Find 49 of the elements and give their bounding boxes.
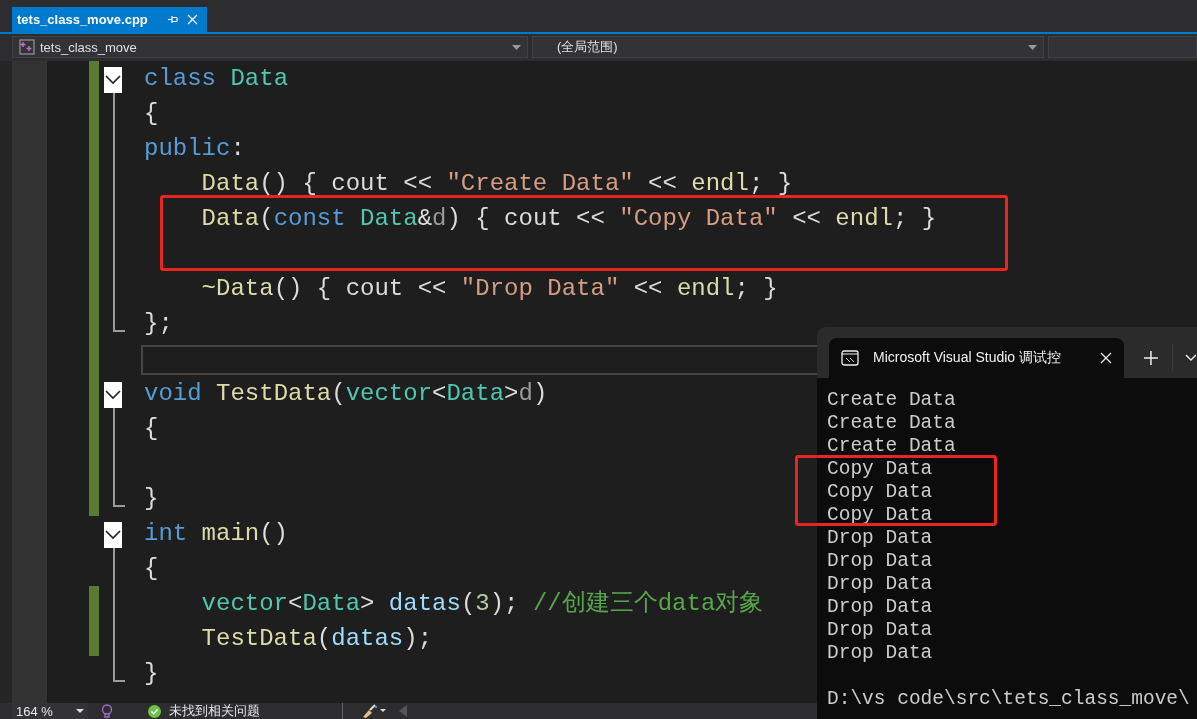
code-line: TestData(datas); (200, 624, 433, 654)
console-line: Create Data (827, 412, 957, 435)
pin-icon[interactable] (166, 14, 178, 25)
console-line: Drop Data (827, 550, 934, 573)
console-line: Drop Data (827, 573, 934, 596)
code-line: } (144, 484, 159, 514)
file-tab[interactable]: tets_class_move.cpp (12, 7, 207, 32)
console-line: Drop Data (827, 642, 934, 665)
scope-dropdown[interactable]: (全局范围) (532, 36, 1044, 58)
caret-icon (76, 709, 84, 713)
caret-icon (1028, 44, 1037, 50)
zoom-dropdown[interactable]: 164 % (12, 703, 88, 719)
code-line: }; (144, 309, 173, 339)
code-line: { (144, 554, 159, 584)
console-line: Drop Data (827, 527, 934, 550)
console-line: D:\vs code\src\tets_class_move\ (827, 688, 1191, 711)
code-line: vector<Data> datas(3); //创建三个data对象 (200, 589, 764, 619)
terminal-icon (841, 350, 859, 366)
chevron-icon[interactable] (1185, 354, 1197, 362)
code-line: ~Data() { cout << "Drop Data" << endl; } (200, 274, 778, 304)
new-tab-icon[interactable] (1144, 351, 1159, 365)
caret-icon (512, 44, 521, 50)
brush-icon[interactable] (361, 704, 387, 718)
console-line: Drop Data (827, 596, 934, 619)
console-line: Copy Data (827, 481, 934, 504)
close-icon[interactable] (1100, 352, 1113, 364)
check-icon (148, 704, 161, 718)
lightbulb-icon[interactable] (100, 704, 114, 718)
code-line: public: (144, 134, 245, 164)
console-line: Create Data (827, 435, 957, 458)
console-line: Copy Data (827, 504, 934, 527)
code-line: } (144, 659, 159, 689)
console-line: Drop Data (827, 619, 934, 642)
code-line: Data() { cout << "Create Data" << endl; } (200, 169, 793, 199)
collapse-toggle[interactable] (104, 382, 122, 408)
code-line: { (144, 414, 159, 444)
collapse-toggle[interactable] (104, 522, 122, 548)
project-icon (19, 39, 35, 55)
console-line: Create Data (827, 389, 957, 412)
code-line: void TestData(vector<Data>d) (144, 379, 548, 409)
console-line: Copy Data (827, 458, 934, 481)
issues-indicator[interactable]: 未找到相关问题 (148, 702, 260, 719)
code-line: int main() (144, 519, 289, 549)
collapse-toggle[interactable] (104, 67, 122, 93)
console-tab[interactable]: Microsoft Visual Studio 调试控 (829, 338, 1125, 378)
code-line: class Data (144, 64, 289, 94)
project-dropdown[interactable]: tets_class_move (12, 36, 528, 58)
code-line: Data(const Data&d) { cout << "Copy Data" << endl; } (200, 204, 937, 234)
code-line: { (144, 99, 159, 129)
